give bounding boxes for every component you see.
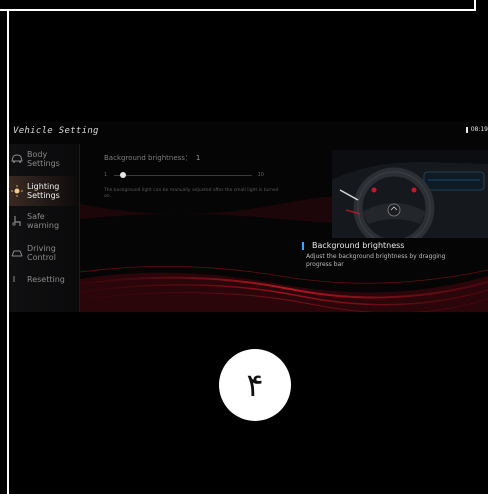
brightness-label-text: Background brightness： xyxy=(104,154,192,162)
page-title: Vehicle Setting xyxy=(13,126,99,136)
clock-time: 08:19 xyxy=(470,126,488,133)
sidebar: Body Settings Lighting Settings Safe war… xyxy=(9,144,80,312)
slider-min-label: 1 xyxy=(104,172,108,178)
signal-icon xyxy=(465,126,468,133)
page-number-badge: ۴ xyxy=(219,349,291,421)
right-border-line xyxy=(474,0,476,11)
sidebar-item-label: Lighting Settings xyxy=(27,182,60,200)
info-subtitle: Adjust the background brightness by drag… xyxy=(306,253,446,268)
sidebar-item-label: Driving Control xyxy=(27,244,56,262)
sidebar-item-safe-warning[interactable]: Safe warning xyxy=(9,206,79,236)
slider-knob[interactable] xyxy=(120,172,126,178)
info-title-text: Background brightness xyxy=(312,241,405,250)
car-body-icon xyxy=(10,152,24,166)
infotainment-screen: Vehicle Setting 08:19 Body Settings Ligh… xyxy=(9,122,488,312)
reset-icon xyxy=(10,272,24,286)
sidebar-item-resetting[interactable]: Resetting xyxy=(9,270,79,288)
sidebar-item-lighting-settings[interactable]: Lighting Settings xyxy=(9,176,79,206)
slider-track[interactable] xyxy=(114,175,252,176)
top-border-line xyxy=(0,9,476,11)
sidebar-item-label: Body Settings xyxy=(27,150,60,168)
info-title: Background brightness xyxy=(302,241,404,250)
light-icon xyxy=(10,184,24,198)
brightness-description: The background light can be manually adj… xyxy=(104,188,279,199)
sidebar-item-label: Resetting xyxy=(27,274,65,284)
info-accent-bar xyxy=(302,241,304,250)
slider-max-label: 10 xyxy=(257,172,264,178)
brightness-value: 1 xyxy=(195,154,201,162)
seat-icon xyxy=(10,214,24,228)
sidebar-item-body-settings[interactable]: Body Settings xyxy=(9,144,79,174)
steering-icon xyxy=(10,246,24,260)
brightness-label: Background brightness： 1 xyxy=(104,153,200,163)
sidebar-item-label: Safe warning xyxy=(27,212,60,230)
brightness-slider[interactable]: 1 10 xyxy=(104,171,264,181)
lighting-settings-panel: Background brightness： 1 1 10 The backgro… xyxy=(80,144,488,312)
sidebar-item-driving-control[interactable]: Driving Control xyxy=(9,238,79,268)
status-clock: 08:19 xyxy=(465,126,488,133)
steering-wheel-image xyxy=(332,150,488,238)
